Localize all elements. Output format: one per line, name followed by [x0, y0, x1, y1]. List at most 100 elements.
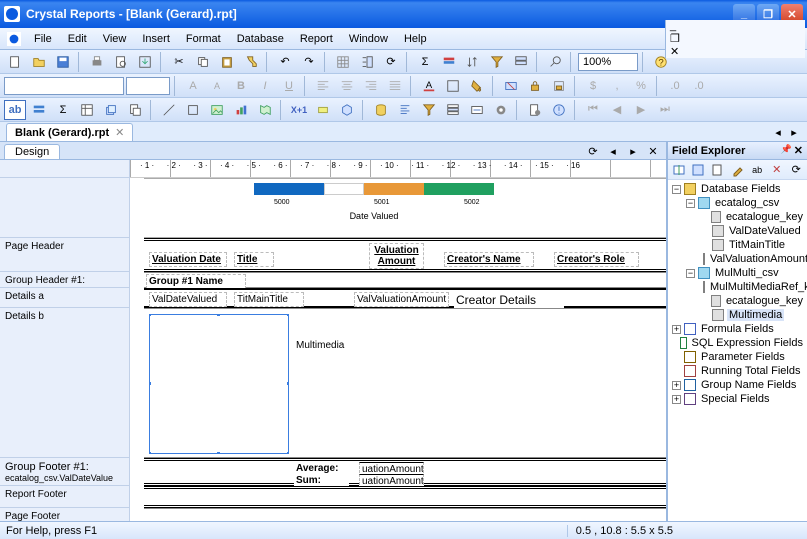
blob-field-box[interactable] — [149, 314, 289, 454]
alerting-icon[interactable] — [548, 100, 570, 120]
nav-prev-icon[interactable]: ◀ — [606, 100, 628, 120]
view-nav-next-icon[interactable]: ▸ — [624, 143, 642, 159]
highlight-expert-icon[interactable] — [312, 100, 334, 120]
tab-design[interactable]: Design — [4, 144, 60, 159]
find-icon[interactable] — [544, 52, 566, 72]
decrease-decimal-icon[interactable]: .0 — [688, 76, 710, 96]
report-options-icon[interactable] — [524, 100, 546, 120]
menu-file[interactable]: File — [26, 31, 60, 47]
redo-icon[interactable]: ↷ — [298, 52, 320, 72]
view-close-icon[interactable]: ✕ — [644, 143, 662, 159]
design-canvas[interactable]: · 1 · · 2 · · 3 · · 4 · · 5 · · 6 · · 7 … — [130, 160, 666, 521]
menu-view[interactable]: View — [95, 31, 135, 47]
sort-expert-icon[interactable] — [462, 52, 484, 72]
field-multimedia[interactable]: Multimedia — [294, 339, 354, 352]
nav-last-icon[interactable]: ⏭ — [654, 100, 676, 120]
currency-icon[interactable]: $ — [582, 76, 604, 96]
save-icon[interactable] — [52, 52, 74, 72]
rename-field-icon[interactable]: ab — [748, 160, 766, 180]
paste-icon[interactable] — [216, 52, 238, 72]
select-expert-2-icon[interactable] — [418, 100, 440, 120]
new-icon[interactable] — [4, 52, 26, 72]
insert-map-icon[interactable] — [254, 100, 276, 120]
percent-icon[interactable]: % — [630, 76, 652, 96]
section-expert-2-icon[interactable] — [442, 100, 464, 120]
increase-decimal-icon[interactable]: .0 — [664, 76, 686, 96]
section-expert-icon[interactable] — [510, 52, 532, 72]
node-table-mulmulti[interactable]: MulMulti_csv — [713, 267, 781, 279]
underline-icon[interactable]: U — [278, 76, 300, 96]
format-painter-icon[interactable] — [240, 52, 262, 72]
twisty-icon[interactable]: − — [686, 269, 695, 278]
olap-cube-icon[interactable] — [336, 100, 358, 120]
help-icon[interactable]: ? — [650, 52, 672, 72]
nav-next-icon[interactable]: ▶ — [630, 100, 652, 120]
document-tab[interactable]: Blank (Gerard).rpt ✕ — [6, 123, 133, 141]
node-field[interactable]: TitMainTitle — [727, 239, 787, 251]
edit-field-icon[interactable] — [729, 160, 747, 180]
insert-summary-icon[interactable]: Σ — [414, 52, 436, 72]
chart-object[interactable]: 5000 5001 5002 Date Valued — [244, 183, 504, 223]
node-sql-fields[interactable]: SQL Expression Fields — [690, 337, 805, 349]
mdi-minimize-button[interactable]: _ — [666, 20, 805, 32]
menu-help[interactable]: Help — [396, 31, 435, 47]
section-report-footer[interactable]: Report Footer — [0, 486, 129, 508]
panel-pin-icon[interactable]: 📌 — [781, 144, 792, 157]
node-field[interactable]: ecatalogue_key — [724, 211, 805, 223]
view-nav-prev-icon[interactable]: ◂ — [604, 143, 622, 159]
twisty-icon[interactable]: + — [672, 395, 681, 404]
group-expert-icon[interactable] — [438, 52, 460, 72]
insert-picture-icon[interactable] — [206, 100, 228, 120]
node-formula-fields[interactable]: Formula Fields — [699, 323, 776, 335]
thousands-icon[interactable]: , — [606, 76, 628, 96]
node-param-fields[interactable]: Parameter Fields — [699, 351, 787, 363]
insert-line-icon[interactable] — [158, 100, 180, 120]
section-group-header[interactable]: Group Header #1: — [0, 272, 129, 288]
bold-icon[interactable]: B — [230, 76, 252, 96]
refresh-view-icon[interactable]: ⟳ — [584, 143, 602, 159]
twisty-icon[interactable]: − — [672, 185, 681, 194]
font-color-icon[interactable]: A — [418, 76, 440, 96]
formula-workshop-icon[interactable]: X+1 — [288, 100, 310, 120]
twisty-icon[interactable]: + — [672, 381, 681, 390]
insert-sum-icon[interactable]: Σ — [52, 100, 74, 120]
align-center-icon[interactable] — [336, 76, 358, 96]
node-database-fields[interactable]: Database Fields — [699, 183, 783, 195]
cut-icon[interactable]: ✂ — [168, 52, 190, 72]
section-report-header[interactable] — [0, 178, 129, 238]
section-group-footer[interactable]: Group Footer #1: ecatalog_csv.ValDateVal… — [0, 458, 129, 486]
format-editor-icon[interactable] — [466, 100, 488, 120]
field-valvaluationamount[interactable]: ValValuationAmount — [354, 292, 449, 307]
menu-window[interactable]: Window — [341, 31, 396, 47]
nav-first-icon[interactable]: ⏮ — [582, 100, 604, 120]
header-valuation-amount[interactable]: Valuation Amount — [369, 243, 424, 269]
group-name-field[interactable]: Group #1 Name — [146, 274, 246, 289]
header-creators-role[interactable]: Creator's Role — [554, 252, 639, 267]
undo-icon[interactable]: ↶ — [274, 52, 296, 72]
border-icon[interactable] — [442, 76, 464, 96]
insert-group-icon[interactable] — [28, 100, 50, 120]
insert-olap-icon[interactable] — [100, 100, 122, 120]
copy-icon[interactable] — [192, 52, 214, 72]
align-right-icon[interactable] — [360, 76, 382, 96]
delete-field-icon[interactable]: ✕ — [768, 160, 786, 180]
menu-insert[interactable]: Insert — [134, 31, 178, 47]
node-field[interactable]: ValDateValued — [727, 225, 803, 237]
section-details-a[interactable]: Details a — [0, 288, 129, 308]
menu-database[interactable]: Database — [229, 31, 292, 47]
database-expert-icon[interactable] — [370, 100, 392, 120]
menu-report[interactable]: Report — [292, 31, 341, 47]
twisty-icon[interactable]: + — [672, 325, 681, 334]
open-icon[interactable] — [28, 52, 50, 72]
mdi-close-button[interactable]: ✕ — [666, 45, 805, 58]
node-field-multimedia[interactable]: Multimedia — [727, 309, 784, 321]
lock-size-icon[interactable] — [548, 76, 570, 96]
field-explorer-tree[interactable]: −Database Fields −ecatalog_csv ecatalogu… — [668, 180, 807, 521]
section-details-b[interactable]: Details b — [0, 308, 129, 458]
zoom-combo[interactable] — [578, 53, 638, 71]
panel-close-icon[interactable]: ✕ — [794, 144, 803, 157]
header-title[interactable]: Title — [234, 252, 274, 267]
align-left-icon[interactable] — [312, 76, 334, 96]
subreport-creator-details[interactable]: Creator Details — [454, 292, 564, 308]
node-field[interactable]: MulMultiMediaRef_key — [708, 281, 807, 293]
